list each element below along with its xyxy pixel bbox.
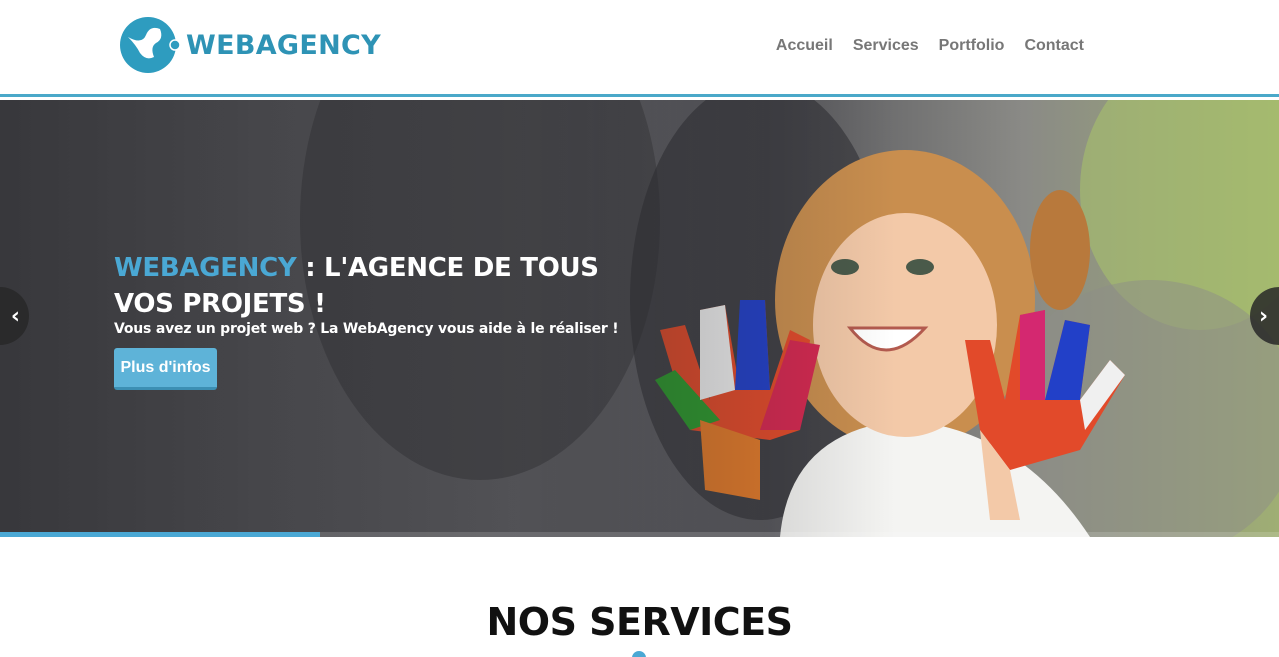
hero-slider: WEBAGENCY : L'AGENCE DE TOUS VOS PROJETS… (0, 100, 1279, 537)
hero-subtitle: Vous avez un projet web ? La WebAgency v… (114, 321, 619, 337)
main-nav: Accueil Services Portfolio Contact (776, 37, 1084, 55)
slider-progress-fill (0, 532, 320, 537)
chevron-left-icon: ‹ (10, 303, 20, 329)
slider-progress-track (0, 532, 1279, 537)
logo[interactable]: WEBAGENCY (120, 15, 381, 75)
services-title: NOS SERVICES (486, 600, 793, 644)
more-info-button[interactable]: Plus d'infos (114, 348, 217, 390)
webagency-logo-icon (120, 17, 180, 73)
hero-title-accent: WEBAGENCY (114, 253, 297, 283)
chevron-right-icon: › (1259, 303, 1269, 329)
hero-title: WEBAGENCY : L'AGENCE DE TOUS VOS PROJETS… (114, 250, 614, 322)
site-header: WEBAGENCY Accueil Services Portfolio Con… (0, 0, 1279, 97)
nav-accueil[interactable]: Accueil (776, 37, 833, 55)
nav-services[interactable]: Services (853, 37, 919, 55)
services-divider-dot (632, 651, 646, 657)
logo-text: WEBAGENCY (186, 29, 381, 61)
nav-portfolio[interactable]: Portfolio (939, 37, 1005, 55)
nav-contact[interactable]: Contact (1024, 37, 1084, 55)
